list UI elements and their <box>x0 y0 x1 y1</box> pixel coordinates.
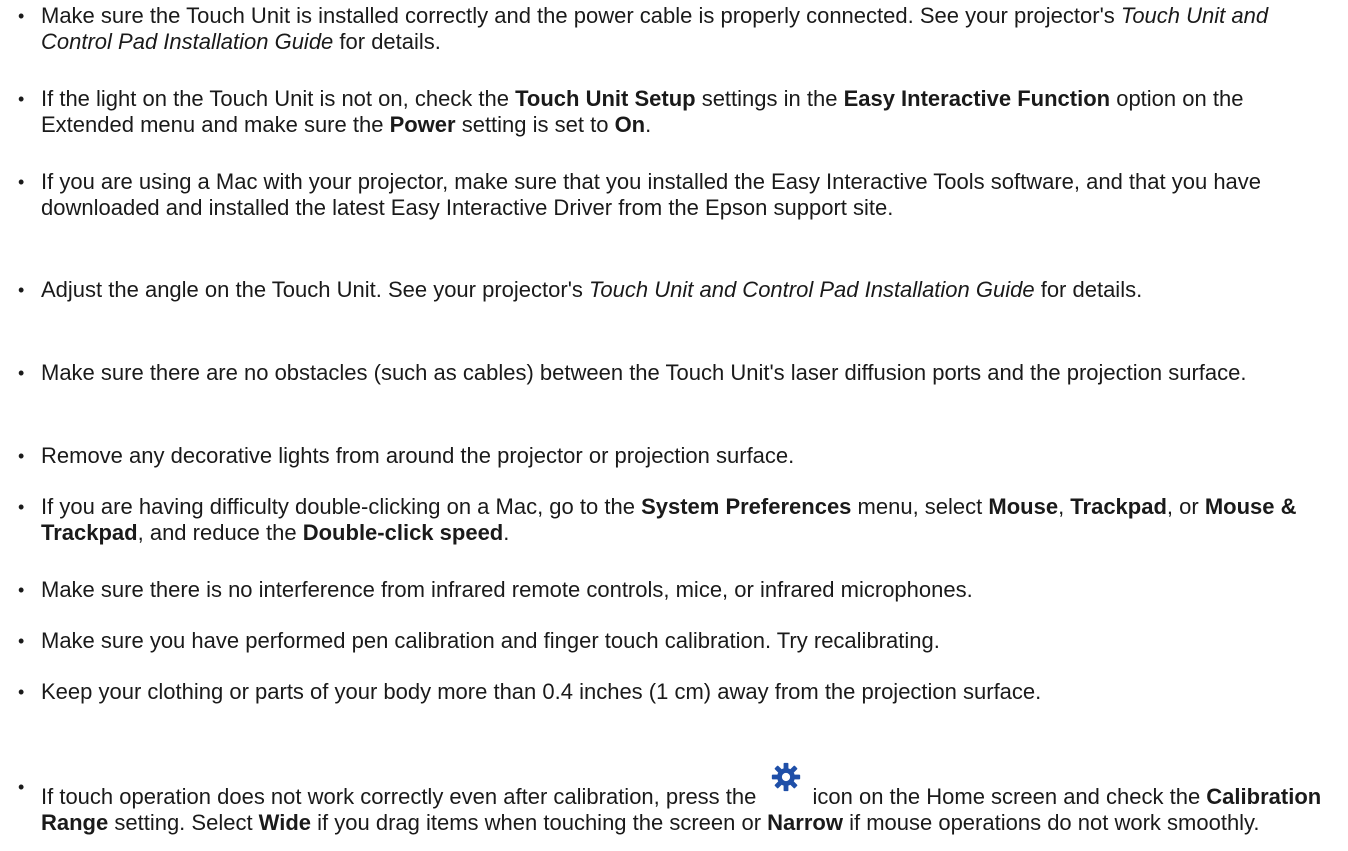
item-text: If the light on the Touch Unit is not on… <box>41 86 516 111</box>
bullet-marker: • <box>18 580 25 600</box>
list-item: • If you are using a Mac with your projec… <box>18 169 1328 221</box>
bold-term: Wide <box>258 810 312 835</box>
item-text: Make sure the Touch Unit is installed co… <box>41 3 1121 28</box>
item-text: Remove any decorative lights from around… <box>41 443 795 468</box>
bullet-marker: • <box>18 497 25 517</box>
bold-term: Mouse <box>988 494 1059 519</box>
bold-term: System Preferences <box>641 494 852 519</box>
list-item: • Adjust the angle on the Touch Unit. See… <box>18 277 1328 303</box>
bullet-marker: • <box>18 6 25 26</box>
list-item: • Make sure the Touch Unit is installed c… <box>18 3 1328 55</box>
item-text: . <box>645 112 652 137</box>
bullet-marker: • <box>18 89 25 109</box>
bullet-marker: • <box>18 363 25 383</box>
bold-term: Easy Interactive Function <box>843 86 1111 111</box>
item-text: setting is set to <box>455 112 615 137</box>
bullet-marker: • <box>18 631 25 651</box>
item-text: If you are using a Mac with your project… <box>41 169 1262 220</box>
item-text: for details. <box>333 29 441 54</box>
gear-icon <box>771 762 800 792</box>
item-text: menu, select <box>851 494 989 519</box>
item-text: . <box>503 520 510 545</box>
item-text: , <box>1058 494 1071 519</box>
item-text: setting. Select <box>108 810 259 835</box>
list-item: • If the light on the Touch Unit is not o… <box>18 86 1328 138</box>
item-text: , or <box>1166 494 1205 519</box>
bullet-marker: • <box>18 280 25 300</box>
list-item: • If touch operation does not work correc… <box>18 762 1328 836</box>
bullet-marker: • <box>18 682 25 702</box>
bold-term: Trackpad <box>1070 494 1167 519</box>
item-text: Make sure you have performed pen calibra… <box>41 628 940 653</box>
guide-title: Touch Unit and Control Pad Installation … <box>589 277 1035 302</box>
list-item: • Make sure you have performed pen calibr… <box>18 628 1328 654</box>
list-item: • Make sure there are no obstacles (such … <box>18 360 1328 386</box>
item-text: Keep your clothing or parts of your body… <box>41 679 1042 704</box>
item-text: Make sure there are no obstacles (such a… <box>41 360 1247 385</box>
item-text: If touch operation does not work correct… <box>41 784 763 809</box>
list-item: • Make sure there is no interference from… <box>18 577 1328 603</box>
item-text: , and reduce the <box>137 520 303 545</box>
item-text: if you drag items when touching the scre… <box>311 810 768 835</box>
list-item: • Remove any decorative lights from aroun… <box>18 443 1328 469</box>
item-text: settings in the <box>695 86 844 111</box>
item-text: if mouse operations do not work smoothly… <box>842 810 1260 835</box>
list-item: • Keep your clothing or parts of your bod… <box>18 679 1328 705</box>
item-text: icon on the Home screen and check the <box>812 784 1207 809</box>
troubleshooting-bullet-list: • Make sure the Touch Unit is installed c… <box>0 0 1348 851</box>
bold-term: Power <box>389 112 456 137</box>
item-text: Adjust the angle on the Touch Unit. See … <box>41 277 590 302</box>
bold-term: On <box>614 112 646 137</box>
bullet-marker: • <box>18 172 25 192</box>
item-text: for details. <box>1034 277 1143 302</box>
bullet-marker: • <box>18 777 25 797</box>
bullet-marker: • <box>18 446 25 466</box>
bold-term: Double-click speed <box>302 520 504 545</box>
item-text: Make sure there is no interference from … <box>41 577 973 602</box>
bold-term: Narrow <box>767 810 843 835</box>
list-item: • If you are having difficulty double-cli… <box>18 494 1328 546</box>
item-text: If you are having difficulty double-clic… <box>41 494 642 519</box>
bold-term: Touch Unit Setup <box>515 86 696 111</box>
